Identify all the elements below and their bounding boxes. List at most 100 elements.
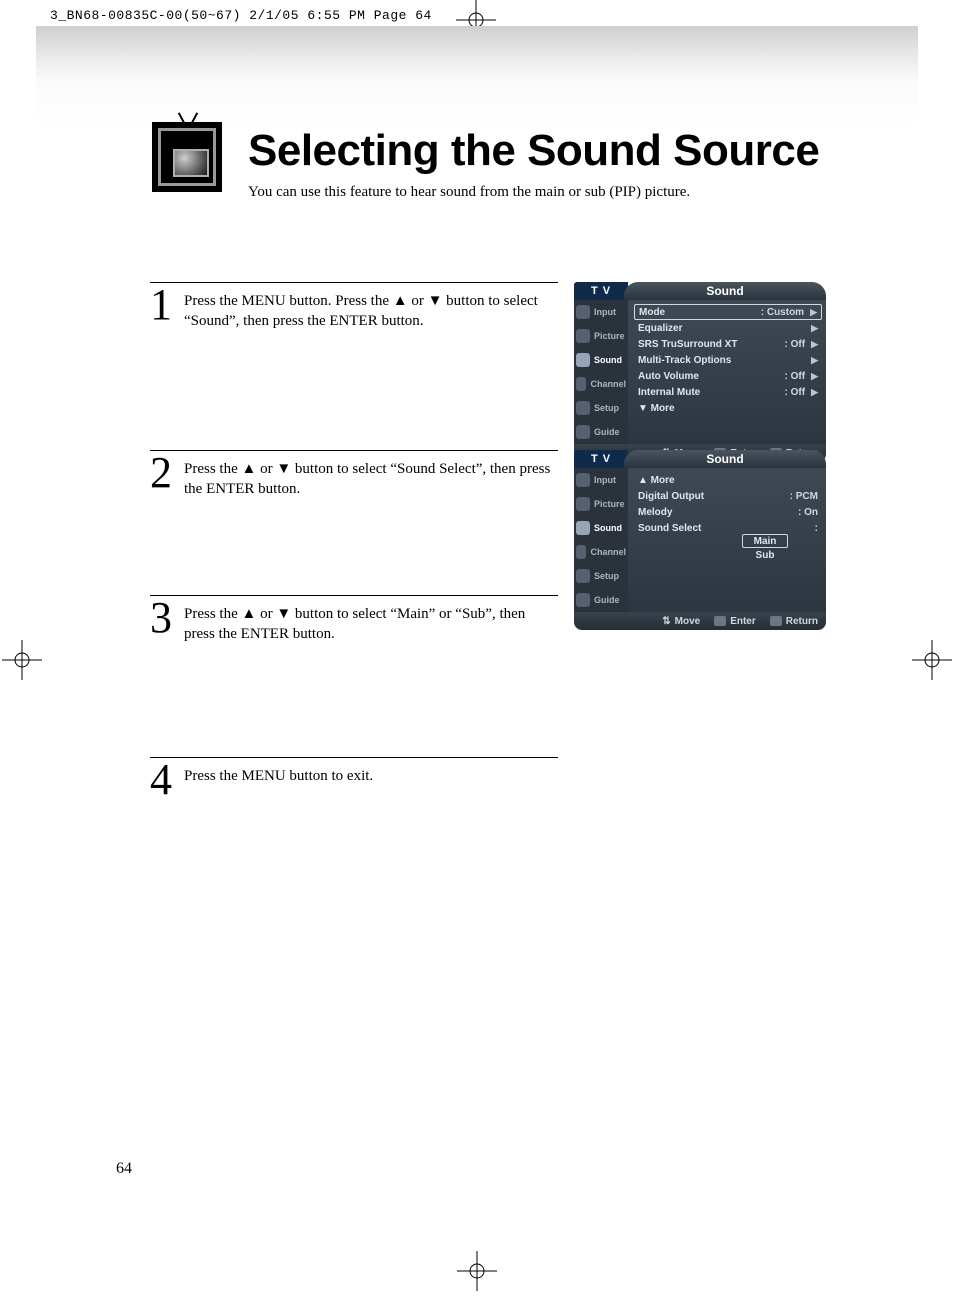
osd-left-nav: Input Picture Sound Channel Setup Guide [574, 300, 628, 444]
hint-move: ⇅ Move [662, 616, 700, 627]
osd-title: Sound [624, 450, 826, 468]
chevron-right-icon: ▶ [811, 371, 818, 382]
nav-label: Sound [594, 355, 622, 365]
step-number: 1 [150, 283, 184, 332]
osd-tv-tab: T V [574, 282, 628, 300]
menu-item-value: : Off [785, 387, 806, 398]
osd-menu-panel: ▲ More Digital Output : PCM Melody : On … [628, 468, 826, 612]
chevron-right-icon: ▶ [811, 355, 818, 366]
chevron-right-icon: ▶ [811, 387, 818, 398]
menu-item-name: SRS TruSurround XT [638, 339, 737, 350]
osd-left-nav: Input Picture Sound Channel Setup Guide [574, 468, 628, 612]
nav-label: Sound [594, 523, 622, 533]
osd-tv-tab: T V [574, 450, 628, 468]
left-registration-mark-icon [2, 640, 42, 685]
menu-item-name: Melody [638, 507, 672, 518]
nav-guide: Guide [574, 588, 628, 612]
hint-label: Enter [730, 616, 756, 627]
submenu-option-main: Main [742, 534, 788, 548]
nav-label: Guide [594, 595, 620, 605]
menu-item-name: Mode [639, 307, 665, 318]
menu-item-internalmute: Internal Mute : Off ▶ [634, 384, 822, 400]
nav-picture: Picture [574, 492, 628, 516]
hint-label: Move [675, 616, 701, 627]
guide-icon [576, 425, 590, 439]
picture-icon [576, 497, 590, 511]
chevron-right-icon: ▶ [811, 339, 818, 350]
menu-item-equalizer: Equalizer ▶ [634, 320, 822, 336]
chevron-right-icon: ▶ [811, 323, 818, 334]
osd-hint-bar: ⇅ Move Enter Return [574, 612, 826, 630]
nav-setup: Setup [574, 564, 628, 588]
nav-label: Input [594, 307, 616, 317]
menu-item-name: Equalizer [638, 323, 682, 334]
return-icon [770, 616, 782, 626]
menu-item-name: Multi-Track Options [638, 355, 731, 366]
menu-item-value: : Off [785, 371, 806, 382]
menu-item-value: : On [798, 507, 818, 518]
setup-icon [576, 401, 590, 415]
input-icon [576, 305, 590, 319]
menu-item-srs: SRS TruSurround XT : Off ▶ [634, 336, 822, 352]
nav-label: Setup [594, 571, 619, 581]
menu-item-more-up: ▲ More [634, 472, 822, 488]
nav-label: Input [594, 475, 616, 485]
step-number: 2 [150, 451, 184, 500]
nav-input: Input [574, 300, 628, 324]
updown-icon: ⇅ [662, 616, 670, 627]
nav-guide: Guide [574, 420, 628, 444]
step-number: 4 [150, 758, 184, 802]
page-number: 64 [116, 1160, 132, 1178]
picture-icon [576, 329, 590, 343]
hint-enter: Enter [714, 616, 756, 627]
chevron-right-icon: ▶ [810, 307, 817, 318]
sound-select-submenu: Main Sub [742, 534, 822, 562]
menu-item-name: ▼ More [638, 403, 675, 414]
step-text: Press the ▲ or ▼ button to select “Sound… [184, 457, 558, 500]
channel-icon [576, 377, 586, 391]
steps-column: 1 Press the MENU button. Press the ▲ or … [150, 282, 558, 802]
menu-item-name: ▲ More [638, 475, 675, 486]
menu-item-digitaloutput: Digital Output : PCM [634, 488, 822, 504]
menu-item-name: Internal Mute [638, 387, 700, 398]
enter-icon [714, 616, 726, 626]
channel-icon [576, 545, 586, 559]
osd-menu-panel: Mode : Custom ▶ Equalizer ▶ SRS TruSurrou… [628, 300, 826, 444]
nav-label: Picture [594, 499, 625, 509]
nav-input: Input [574, 468, 628, 492]
page-subtitle: You can use this feature to hear sound f… [248, 184, 690, 201]
header-chrome-band [36, 26, 918, 126]
nav-label: Channel [590, 379, 626, 389]
hint-label: Return [786, 616, 818, 627]
menu-item-mode: Mode : Custom ▶ [634, 304, 822, 320]
menu-item-value: : Off [785, 339, 806, 350]
step-number: 3 [150, 596, 184, 645]
bottom-registration-mark-icon [457, 1251, 497, 1296]
nav-channel: Channel [574, 372, 628, 396]
menu-item-value: : [815, 523, 818, 534]
menu-item-name: Sound Select [638, 523, 701, 534]
submenu-option-sub: Sub [742, 548, 788, 562]
menu-item-value: : Custom [761, 307, 804, 318]
menu-item-autovolume: Auto Volume : Off ▶ [634, 368, 822, 384]
nav-label: Setup [594, 403, 619, 413]
hint-return: Return [770, 616, 818, 627]
menu-item-more: ▼ More [634, 400, 822, 416]
step-text: Press the MENU button to exit. [184, 764, 558, 802]
nav-channel: Channel [574, 540, 628, 564]
nav-picture: Picture [574, 324, 628, 348]
step-text: Press the ▲ or ▼ button to select “Main”… [184, 602, 558, 645]
step-text: Press the MENU button. Press the ▲ or ▼ … [184, 289, 558, 332]
osd-screenshot-2: T V Sound Input Picture Sound Channel Se… [574, 450, 826, 630]
right-registration-mark-icon [912, 640, 952, 685]
nav-label: Guide [594, 427, 620, 437]
nav-sound: Sound [574, 348, 628, 372]
nav-sound: Sound [574, 516, 628, 540]
nav-label: Channel [590, 547, 626, 557]
nav-setup: Setup [574, 396, 628, 420]
step-3: 3 Press the ▲ or ▼ button to select “Mai… [150, 595, 558, 645]
step-2: 2 Press the ▲ or ▼ button to select “Sou… [150, 450, 558, 500]
tv-badge-icon [152, 122, 222, 192]
menu-item-name: Auto Volume [638, 371, 699, 382]
page-title: Selecting the Sound Source [248, 126, 819, 176]
